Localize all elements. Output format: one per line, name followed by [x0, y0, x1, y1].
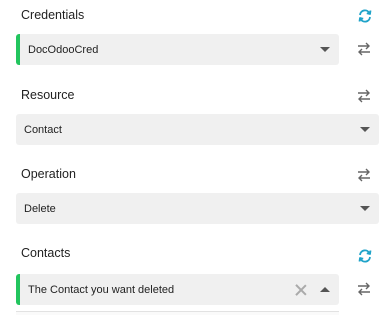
chevron-down-icon[interactable]: [320, 47, 330, 52]
operation-select[interactable]: Delete: [16, 193, 379, 224]
credentials-value: DocOdooCred: [28, 43, 99, 56]
credentials-label: Credentials: [21, 8, 85, 22]
chevron-up-icon[interactable]: [320, 287, 330, 292]
chevron-down-icon[interactable]: [360, 206, 370, 211]
contacts-label: Contacts: [21, 246, 71, 260]
swap-arrows-icon[interactable]: [356, 167, 372, 183]
dropdown-panel-edge: [16, 311, 339, 315]
resource-label: Resource: [21, 88, 75, 102]
contacts-select[interactable]: The Contact you want deleted: [16, 274, 339, 305]
swap-arrows-icon[interactable]: [356, 88, 372, 104]
resource-value: Contact: [24, 123, 62, 136]
refresh-icon[interactable]: [357, 248, 373, 264]
chevron-down-icon[interactable]: [360, 127, 370, 132]
credentials-select[interactable]: DocOdooCred: [16, 34, 339, 65]
contacts-value: The Contact you want deleted: [28, 283, 175, 296]
operation-label: Operation: [21, 167, 76, 181]
swap-arrows-icon[interactable]: [356, 281, 372, 297]
swap-arrows-icon[interactable]: [356, 41, 372, 57]
resource-select[interactable]: Contact: [16, 114, 379, 145]
close-icon[interactable]: [294, 283, 308, 297]
operation-value: Delete: [24, 202, 56, 215]
refresh-icon[interactable]: [357, 8, 373, 24]
